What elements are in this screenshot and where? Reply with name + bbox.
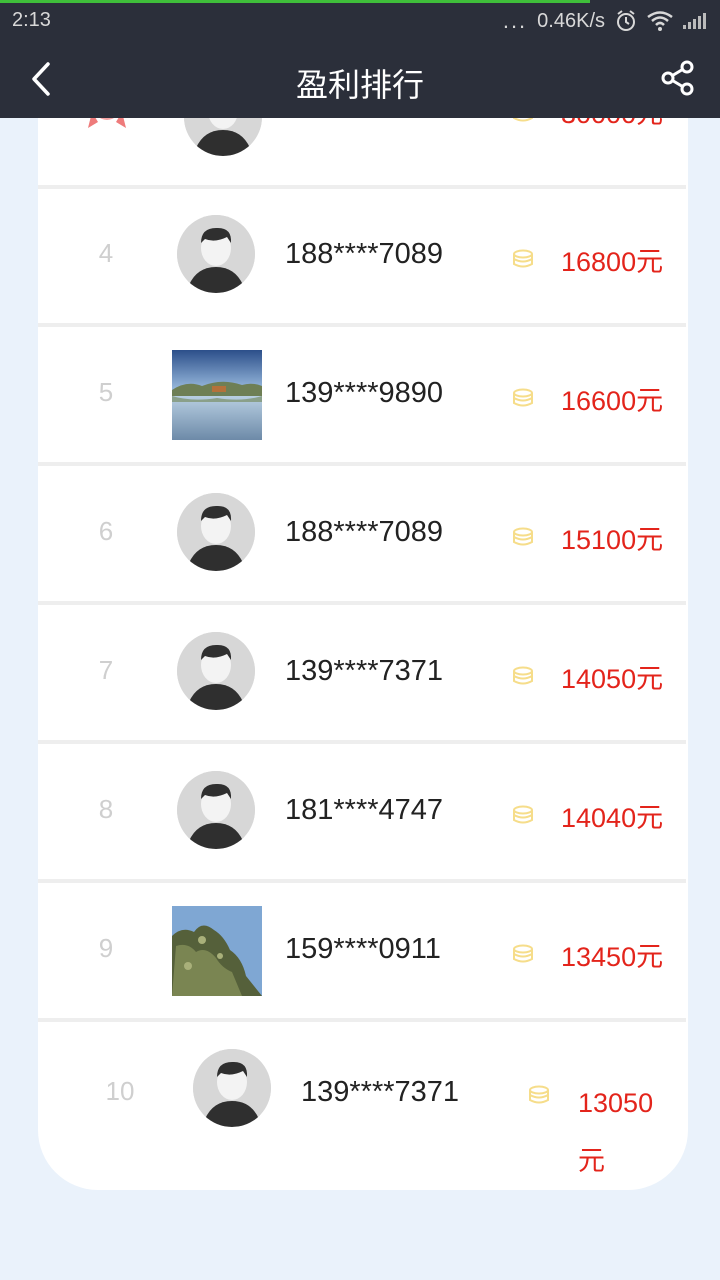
coin-icon — [529, 1085, 549, 1104]
list-item[interactable]: 5 139****9890 16600元 — [38, 327, 686, 466]
avatar — [177, 771, 255, 849]
phone-number: 139****7371 — [301, 1076, 460, 1108]
profit-amount: 14050元 — [561, 664, 664, 694]
status-time: 2:13 — [12, 9, 51, 31]
rank-number: 9 — [98, 933, 114, 963]
list-item[interactable]: 7 139****7371 14050元 — [38, 605, 686, 744]
avatar — [177, 493, 255, 571]
coin-icon — [513, 527, 533, 546]
rank-number: 8 — [98, 794, 114, 824]
avatar — [177, 632, 255, 710]
rank-number: 10 — [105, 1076, 135, 1106]
profit-amount: 16800元 — [561, 247, 664, 277]
phone-number: 188****7089 — [285, 238, 444, 270]
tree-photo-icon — [172, 906, 262, 996]
profit-amount: 14040元 — [561, 803, 664, 833]
phone-number: 139****9890 — [285, 377, 444, 409]
alarm-icon — [617, 10, 635, 31]
rank-number: 7 — [98, 655, 114, 685]
phone-number: 181****4747 — [285, 794, 444, 826]
list-item[interactable]: 9 159****0911 13450元 — [38, 883, 686, 1022]
avatar — [193, 1049, 271, 1127]
profit-amount: 16600元 — [561, 386, 664, 416]
profit-amount: 13050元 — [578, 1088, 654, 1176]
more-dots: ... — [502, 8, 528, 33]
coin-icon — [513, 666, 533, 685]
phone-number: 188****7089 — [285, 516, 444, 548]
phone-number: 139****7371 — [285, 655, 444, 687]
wifi-icon — [647, 11, 673, 31]
network-speed: 0.46K/s — [537, 9, 605, 32]
default-avatar-icon — [177, 215, 255, 293]
profit-amount: 13450元 — [561, 942, 664, 972]
rank-number: 5 — [98, 377, 114, 407]
share-icon[interactable] — [660, 60, 696, 96]
lake-photo-icon — [172, 350, 262, 440]
coin-icon — [513, 249, 533, 268]
signal-icon — [683, 13, 706, 29]
rank-number: 6 — [98, 516, 114, 546]
nav-bar: 盈利排行 — [0, 40, 720, 118]
profit-amount: 15100元 — [561, 525, 664, 555]
status-bar: 2:13 ... 0.46K/s — [0, 0, 720, 40]
coin-icon — [513, 388, 533, 407]
status-icons: ... 0.46K/s — [503, 8, 706, 34]
coin-icon — [513, 805, 533, 824]
list-item[interactable]: 4 188****7089 16800元 — [38, 188, 686, 327]
default-avatar-icon — [177, 632, 255, 710]
coin-icon — [513, 944, 533, 963]
list-item[interactable]: 6 188****7089 15100元 — [38, 466, 686, 605]
rank-number: 4 — [98, 238, 114, 268]
list-item[interactable]: 8 181****4747 14040元 — [38, 744, 686, 883]
phone-number: 159****0911 — [285, 933, 441, 965]
avatar — [172, 906, 262, 996]
avatar — [177, 215, 255, 293]
default-avatar-icon — [193, 1049, 271, 1127]
ranking-list: 3 133****1997 30000元 4 188**** — [38, 60, 688, 1190]
page-title: 盈利排行 — [295, 67, 424, 103]
avatar — [172, 350, 262, 440]
default-avatar-icon — [177, 771, 255, 849]
default-avatar-icon — [177, 493, 255, 571]
page-load-progress — [0, 0, 590, 3]
list-item[interactable]: 10 139****7371 13050元 — [38, 1022, 686, 1190]
